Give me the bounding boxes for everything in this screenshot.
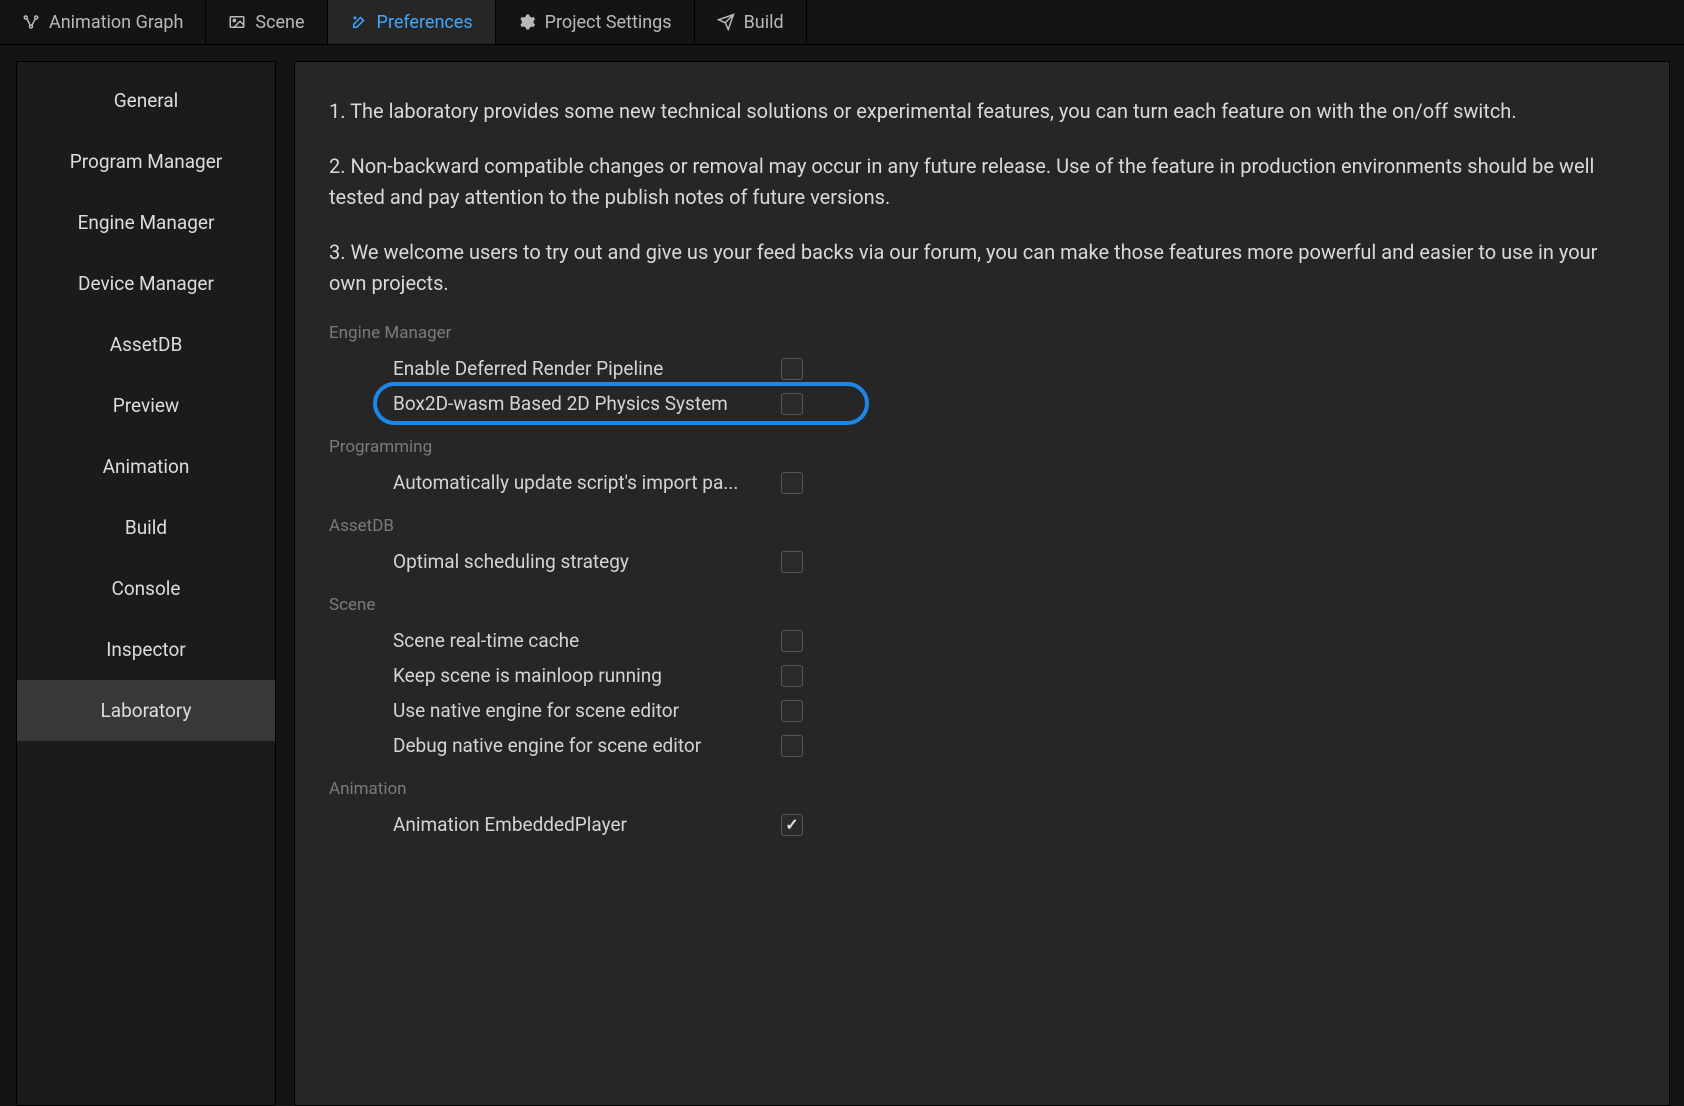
gear-icon [518,13,536,31]
sidebar-item-label: Program Manager [70,150,222,173]
section-header-scene: Scene [329,595,1635,615]
tab-project-settings[interactable]: Project Settings [496,0,695,44]
setting-label: Debug native engine for scene editor [393,734,781,757]
sidebar-item-label: Laboratory [101,699,192,722]
checkbox[interactable] [781,665,803,687]
tab-scene[interactable]: Scene [206,0,327,44]
image-icon [228,13,246,31]
setting-label: Keep scene is mainloop running [393,664,781,687]
setting-label: Use native engine for scene editor [393,699,781,722]
sidebar-item-general[interactable]: General [17,70,275,131]
checkbox[interactable] [781,393,803,415]
sidebar-item-console[interactable]: Console [17,558,275,619]
sidebar-item-label: Console [111,577,180,600]
laboratory-settings: Engine Manager Enable Deferred Render Pip… [329,323,1635,842]
checkbox[interactable] [781,735,803,757]
sidebar-item-build[interactable]: Build [17,497,275,558]
tab-label: Build [744,12,784,33]
sidebar-item-engine-manager[interactable]: Engine Manager [17,192,275,253]
sidebar-item-program-manager[interactable]: Program Manager [17,131,275,192]
tools-icon [350,13,368,31]
checkbox[interactable] [781,700,803,722]
setting-row: Box2D-wasm Based 2D Physics System [329,386,1635,421]
checkbox[interactable] [781,630,803,652]
sidebar-item-preview[interactable]: Preview [17,375,275,436]
checkbox[interactable] [781,551,803,573]
section-header-animation: Animation [329,779,1635,799]
graph-icon [22,13,40,31]
setting-label: Scene real-time cache [393,629,781,652]
checkbox[interactable] [781,472,803,494]
tab-preferences[interactable]: Preferences [328,0,496,44]
sidebar-item-inspector[interactable]: Inspector [17,619,275,680]
sidebar-item-label: Build [125,516,167,539]
tab-label: Preferences [377,12,473,33]
main-area: General Program Manager Engine Manager Devi… [0,45,1684,1106]
setting-row: Scene real-time cache [329,623,1635,658]
tab-label: Animation Graph [49,12,183,33]
setting-row: Enable Deferred Render Pipeline [329,351,1635,386]
setting-row: Animation EmbeddedPlayer [329,807,1635,842]
tab-label: Scene [255,12,304,33]
setting-label: Enable Deferred Render Pipeline [393,357,781,380]
laboratory-intro: 1. The laboratory provides some new tech… [329,96,1635,299]
sidebar-item-animation[interactable]: Animation [17,436,275,497]
sidebar-item-label: Engine Manager [78,211,215,234]
preferences-sidebar: General Program Manager Engine Manager Devi… [16,61,276,1106]
send-icon [717,13,735,31]
intro-paragraph-2: 2. Non-backward compatible changes or re… [329,151,1635,213]
setting-row: Keep scene is mainloop running [329,658,1635,693]
intro-paragraph-1: 1. The laboratory provides some new tech… [329,96,1635,127]
section-header-programming: Programming [329,437,1635,457]
checkbox[interactable] [781,814,803,836]
setting-row: Optimal scheduling strategy [329,544,1635,579]
sidebar-item-laboratory[interactable]: Laboratory [17,680,275,741]
section-header-assetdb: AssetDB [329,516,1635,536]
laboratory-panel: 1. The laboratory provides some new tech… [294,61,1670,1106]
intro-paragraph-3: 3. We welcome users to try out and give … [329,237,1635,299]
setting-row: Automatically update script's import pa.… [329,465,1635,500]
sidebar-item-label: Preview [113,394,179,417]
setting-row: Use native engine for scene editor [329,693,1635,728]
tab-animation-graph[interactable]: Animation Graph [0,0,206,44]
setting-label: Animation EmbeddedPlayer [393,813,781,836]
setting-label: Optimal scheduling strategy [393,550,781,573]
checkbox[interactable] [781,358,803,380]
sidebar-item-label: Device Manager [78,272,214,295]
sidebar-item-label: General [114,89,179,112]
setting-label: Automatically update script's import pa.… [393,471,781,494]
sidebar-item-label: Animation [103,455,190,478]
tab-label: Project Settings [545,12,672,33]
setting-label: Box2D-wasm Based 2D Physics System [393,392,781,415]
tab-build[interactable]: Build [695,0,807,44]
tab-bar: Animation Graph Scene Preferences Project S… [0,0,1684,45]
sidebar-item-label: Inspector [106,638,185,661]
sidebar-item-device-manager[interactable]: Device Manager [17,253,275,314]
section-header-engine-manager: Engine Manager [329,323,1635,343]
sidebar-item-assetdb[interactable]: AssetDB [17,314,275,375]
setting-row: Debug native engine for scene editor [329,728,1635,763]
sidebar-item-label: AssetDB [110,333,183,356]
